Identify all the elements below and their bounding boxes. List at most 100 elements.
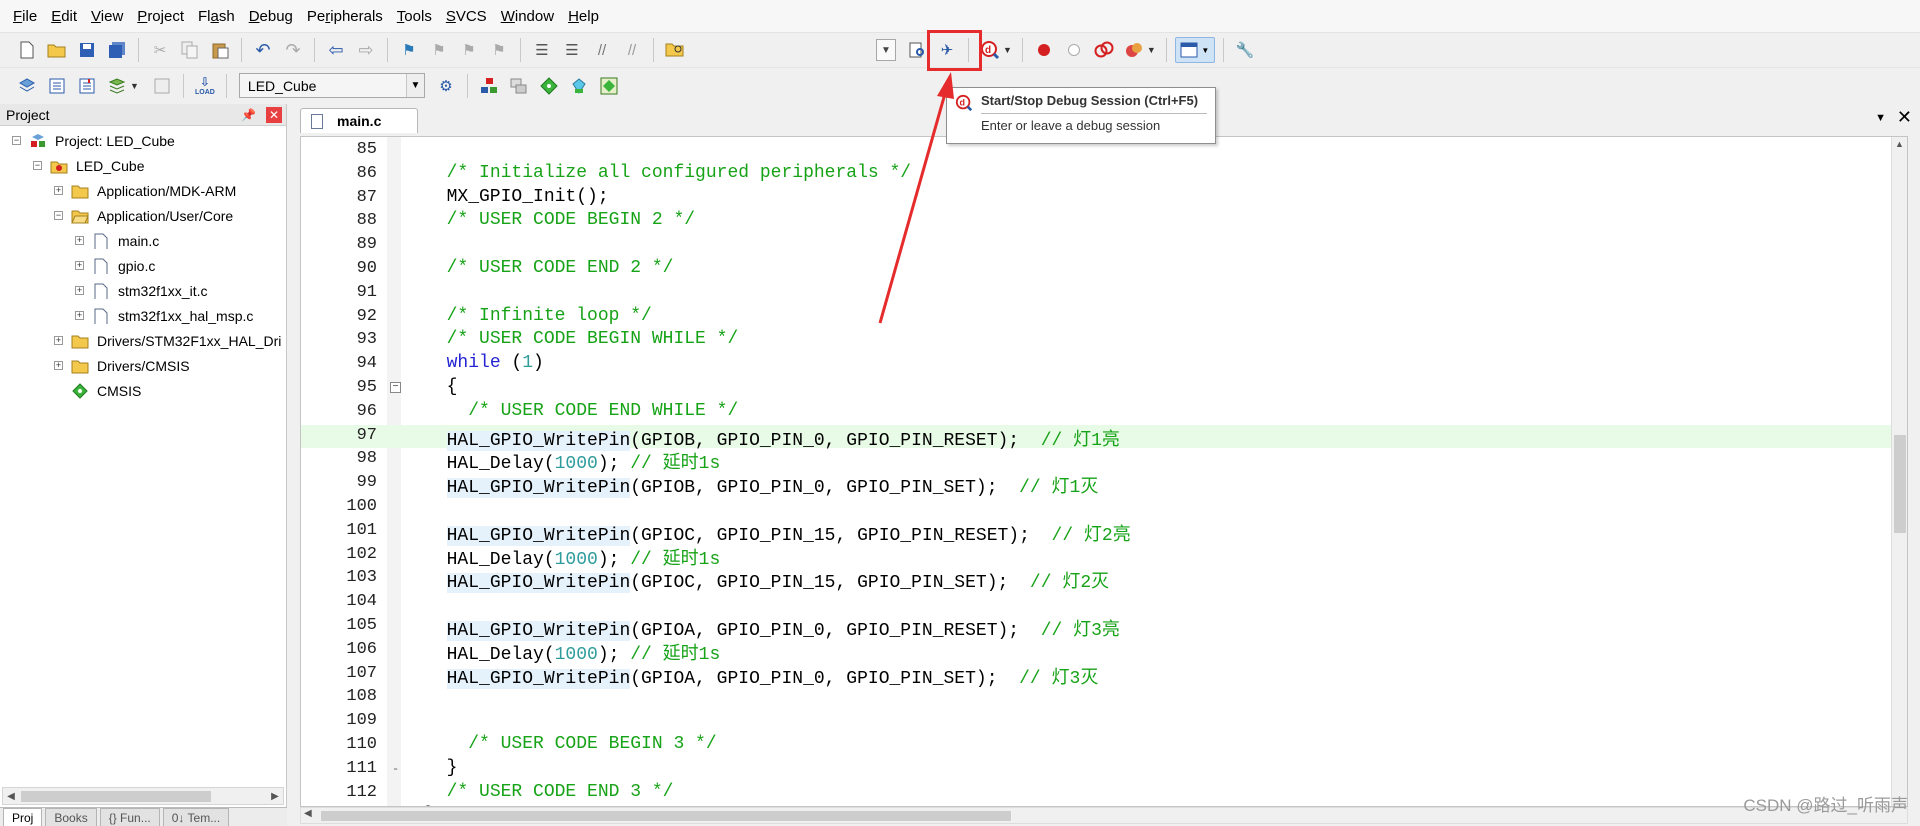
navigate-forward-icon[interactable]: ⇨: [353, 37, 379, 63]
scrollbar-thumb[interactable]: [21, 791, 211, 802]
tree-item[interactable]: + stm32f1xx_it.c: [0, 278, 286, 303]
code-line[interactable]: 110 /* USER CODE BEGIN 3 */: [301, 734, 1893, 758]
code-line[interactable]: 109: [301, 710, 1893, 734]
code-line[interactable]: 91: [301, 282, 1893, 306]
undo-icon[interactable]: ↶: [250, 37, 276, 63]
code-line[interactable]: 101 HAL_GPIO_WritePin(GPIOC, GPIO_PIN_15…: [301, 520, 1893, 546]
clear-bookmarks-icon[interactable]: ⚑: [486, 37, 512, 63]
scroll-up-icon[interactable]: ▲: [1895, 139, 1904, 149]
disable-breakpoints-icon[interactable]: [1091, 37, 1117, 63]
expand-icon[interactable]: +: [75, 286, 84, 295]
code-editor[interactable]: 85 86 /* Initialize all configured periph…: [300, 136, 1908, 807]
code-line[interactable]: 98 HAL_Delay(1000); // 延时1s: [301, 448, 1893, 474]
code-line[interactable]: 90 /* USER CODE END 2 */: [301, 258, 1893, 282]
stop-build-icon[interactable]: [149, 73, 175, 99]
menu-item[interactable]: Debug: [242, 0, 300, 33]
cut-icon[interactable]: ✂: [147, 37, 173, 63]
comment-icon[interactable]: //: [589, 37, 615, 63]
tab-list-dropdown-icon[interactable]: ▼: [1875, 112, 1886, 124]
project-panel-tab[interactable]: Proj: [3, 808, 43, 826]
pack-installer-icon[interactable]: [566, 73, 592, 99]
tree-item[interactable]: + Drivers/CMSIS: [0, 353, 286, 378]
code-line[interactable]: 102 HAL_Delay(1000); // 延时1s: [301, 544, 1893, 570]
code-line[interactable]: 94 while (1): [301, 353, 1893, 377]
scrollbar-thumb[interactable]: [321, 811, 1011, 821]
menu-item[interactable]: Window: [494, 0, 561, 33]
project-panel-tab[interactable]: 0↓ Tem...: [162, 808, 230, 826]
next-bookmark-icon[interactable]: ⚑: [456, 37, 482, 63]
build-icon[interactable]: [44, 73, 70, 99]
code-line[interactable]: 89: [301, 234, 1893, 258]
tree-item[interactable]: − Project: LED_Cube: [0, 128, 286, 153]
menu-item[interactable]: Peripherals: [300, 0, 390, 33]
breakpoints-dropdown-arrow[interactable]: ▼: [1147, 45, 1156, 55]
indent-icon[interactable]: ☰: [529, 37, 555, 63]
code-line[interactable]: 111- }: [301, 758, 1893, 782]
code-line[interactable]: 97 HAL_GPIO_WritePin(GPIOB, GPIO_PIN_0, …: [301, 424, 1893, 451]
new-file-icon[interactable]: [14, 37, 40, 63]
incremental-find-icon[interactable]: [904, 37, 930, 63]
debug-dropdown-arrow[interactable]: ▼: [1003, 45, 1012, 55]
tree-item[interactable]: + Drivers/STM32F1xx_HAL_Dri: [0, 328, 286, 353]
close-icon[interactable]: ✕: [266, 106, 282, 123]
project-panel-tab[interactable]: {} Fun...: [99, 808, 160, 826]
enable-breakpoint-icon[interactable]: [1061, 37, 1087, 63]
find-replace-icon[interactable]: ✈: [934, 37, 960, 63]
menu-item[interactable]: Edit: [44, 0, 84, 33]
select-packs-icon[interactable]: [506, 73, 532, 99]
paste-icon[interactable]: [207, 37, 233, 63]
project-panel-tab[interactable]: Books: [45, 808, 97, 826]
save-all-icon[interactable]: [104, 37, 130, 63]
debug-session-icon[interactable]: d: [977, 37, 1003, 63]
expand-icon[interactable]: +: [75, 236, 84, 245]
insert-breakpoint-icon[interactable]: [1031, 37, 1057, 63]
collapse-icon[interactable]: −: [12, 136, 21, 145]
code-line[interactable]: 105 HAL_GPIO_WritePin(GPIOA, GPIO_PIN_0,…: [301, 615, 1893, 641]
prev-bookmark-icon[interactable]: ⚑: [426, 37, 452, 63]
code-line[interactable]: 87 MX_GPIO_Init();: [301, 187, 1893, 211]
code-line[interactable]: 103 HAL_GPIO_WritePin(GPIOC, GPIO_PIN_15…: [301, 567, 1893, 594]
batch-build-dropdown-arrow[interactable]: ▼: [130, 81, 139, 91]
code-line[interactable]: 104: [301, 591, 1893, 615]
code-line[interactable]: 86 /* Initialize all configured peripher…: [301, 163, 1893, 187]
tree-item[interactable]: − LED_Cube: [0, 153, 286, 178]
target-options-icon[interactable]: ⚙: [433, 73, 459, 99]
redo-icon[interactable]: ↷: [280, 37, 306, 63]
tree-item[interactable]: + stm32f1xx_hal_msp.c: [0, 303, 286, 328]
code-line[interactable]: 93 /* USER CODE BEGIN WHILE */: [301, 329, 1893, 353]
editor-horizontal-scrollbar[interactable]: ◀: [300, 807, 1908, 824]
translate-icon[interactable]: [14, 73, 40, 99]
tree-item[interactable]: + main.c: [0, 228, 286, 253]
code-line[interactable]: 88 /* USER CODE BEGIN 2 */: [301, 210, 1893, 234]
rebuild-icon[interactable]: [74, 73, 100, 99]
find-in-files-icon[interactable]: [662, 37, 688, 63]
uncomment-icon[interactable]: //: [619, 37, 645, 63]
code-line[interactable]: 112 /* USER CODE END 3 */: [301, 782, 1893, 806]
download-icon[interactable]: ⇩ LOAD: [192, 73, 218, 99]
menu-item[interactable]: Tools: [390, 0, 439, 33]
tree-item[interactable]: + gpio.c: [0, 253, 286, 278]
scroll-left-icon[interactable]: ◀: [304, 808, 312, 819]
navigate-back-icon[interactable]: ⇦: [323, 37, 349, 63]
scroll-left-icon[interactable]: ◀: [3, 788, 19, 804]
menu-item[interactable]: SVCS: [439, 0, 494, 33]
collapse-icon[interactable]: −: [33, 161, 42, 170]
code-line[interactable]: 100: [301, 496, 1893, 520]
tree-item[interactable]: CMSIS: [0, 378, 286, 403]
code-line[interactable]: 95 − {: [301, 377, 1893, 401]
tree-item[interactable]: − Application/User/Core: [0, 203, 286, 228]
code-line[interactable]: 99 HAL_GPIO_WritePin(GPIOB, GPIO_PIN_0, …: [301, 472, 1893, 499]
expand-icon[interactable]: +: [75, 311, 84, 320]
tab-main-c[interactable]: main.c: [300, 108, 418, 133]
menu-item[interactable]: Project: [130, 0, 191, 33]
fold-toggle-icon[interactable]: −: [390, 381, 401, 393]
menu-item[interactable]: Help: [561, 0, 606, 33]
expand-icon[interactable]: +: [75, 261, 84, 270]
scroll-right-icon[interactable]: ▶: [267, 788, 283, 804]
collapse-icon[interactable]: −: [54, 211, 63, 220]
manage-run-time-environment-icon[interactable]: [536, 73, 562, 99]
code-line[interactable]: 92 /* Infinite loop */: [301, 306, 1893, 330]
save-icon[interactable]: [74, 37, 100, 63]
code-line[interactable]: 107 HAL_GPIO_WritePin(GPIOA, GPIO_PIN_0,…: [301, 663, 1893, 689]
pack-component-icon[interactable]: [596, 73, 622, 99]
